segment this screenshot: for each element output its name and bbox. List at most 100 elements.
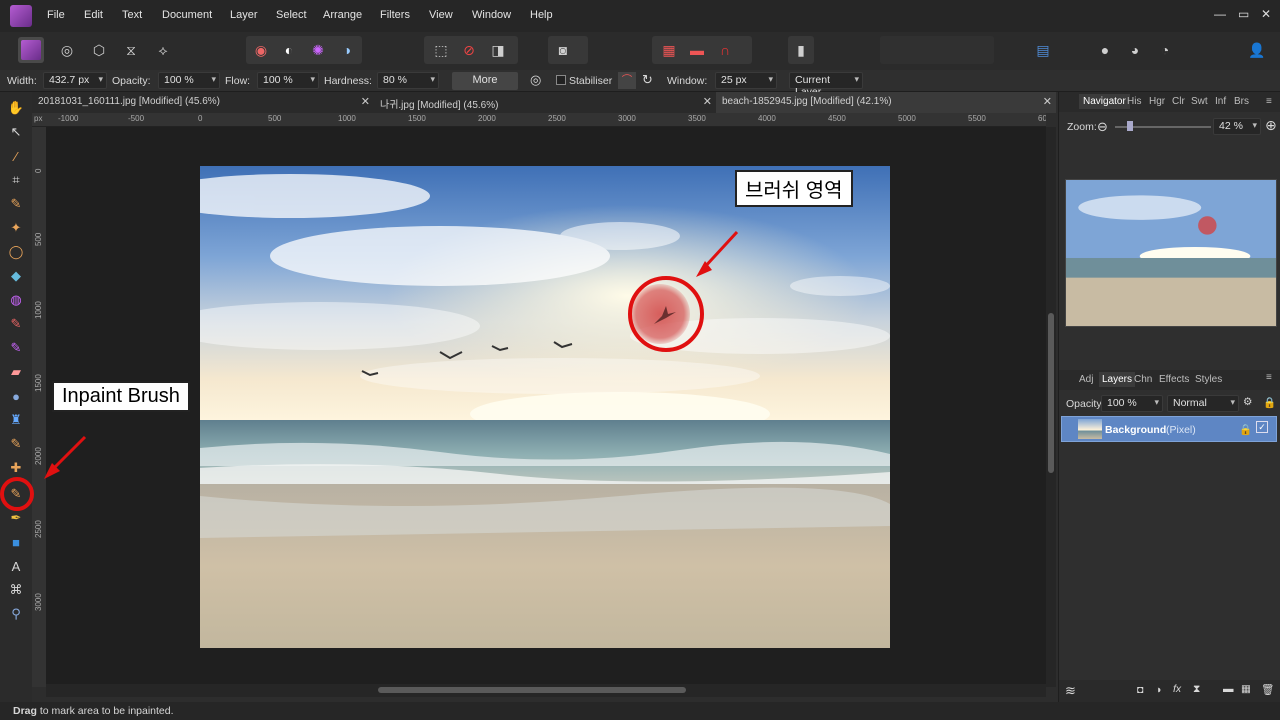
tab-channels[interactable]: Chn [1134,374,1152,385]
paint-brush-icon[interactable]: ✎ [6,314,26,334]
align-icon[interactable]: ▤ [1030,37,1056,63]
assistant-icon[interactable]: ▬ [684,37,710,63]
delete-layer-icon[interactable]: 🗑 [1261,683,1274,696]
layer-opacity-field[interactable]: 100 % [1101,395,1163,412]
minimize-button[interactable]: — [1214,7,1226,21]
menu-filters[interactable]: Filters [380,9,410,21]
brush-options-icon[interactable]: ▮ [788,37,814,63]
menu-document[interactable]: Document [162,9,212,21]
gradient-tool-icon[interactable]: ◍ [6,290,26,310]
hsl-icon[interactable]: ✺ [305,37,331,63]
layer-lock-icon[interactable]: 🔒 [1239,423,1252,436]
flood-fill-icon[interactable]: ◆ [6,266,26,286]
rectangle-tool-icon[interactable]: ■ [6,532,26,552]
color-replace-icon[interactable]: ✎ [6,338,26,358]
rope-mode-icon[interactable]: ⌒ [618,72,636,89]
tab-styles[interactable]: Styles [1195,374,1222,385]
width-field[interactable]: 432.7 px [43,72,107,89]
develop-persona-icon[interactable]: ⬡ [86,37,112,63]
vertical-scroll-thumb[interactable] [1048,313,1054,473]
menu-layer[interactable]: Layer [230,9,258,21]
opacity-field[interactable]: 100 % [158,72,220,89]
pen-tool-icon[interactable]: ✒ [6,508,26,528]
more-button[interactable]: More [452,72,518,90]
tab-histogram[interactable]: Hgr [1149,96,1165,107]
blend-options-gear-icon[interactable]: ⚙ [1243,396,1252,408]
tab-effects[interactable]: Effects [1159,374,1189,385]
smudge-tool-icon[interactable]: ✎ [6,434,26,454]
tab-layers[interactable]: Layers [1099,372,1136,387]
liquify-persona-icon[interactable]: ◎ [54,37,80,63]
mask-layer-icon[interactable]: ◘ [1137,684,1143,696]
pressure-icon[interactable]: ◎ [530,72,541,88]
dodge-tool-icon[interactable]: ● [6,386,26,406]
invert-selection-icon[interactable]: ◨ [485,37,511,63]
close-icon[interactable]: ✕ [361,95,370,108]
tab-swatches[interactable]: Swt [1191,96,1208,107]
maximize-button[interactable]: ▭ [1238,7,1249,21]
marquee-tool-icon[interactable]: ◯ [6,242,26,262]
text-tool-icon[interactable]: A [6,556,26,576]
layer-visibility-checkbox[interactable]: ✓ [1256,421,1268,433]
layer-source-select[interactable]: Current Layer [789,72,863,98]
tab-navigator[interactable]: Navigator [1079,94,1130,109]
menu-view[interactable]: View [429,9,453,21]
menu-help[interactable]: Help [530,9,553,21]
layers-menu-icon[interactable]: ≡ [1266,372,1272,383]
crop-tool-icon[interactable]: ⌗ [6,170,26,190]
tab-doc-1[interactable]: 20181031_160111.jpg [Modified] (45.6%) ✕ [32,92,374,113]
zoom-in-icon[interactable]: ⊕ [1265,117,1277,134]
window-field[interactable]: 25 px [715,72,777,89]
window-mode-icon[interactable]: ↻ [642,72,653,88]
hand-tool-icon[interactable]: ✋ [6,98,26,118]
tone-mapping-persona-icon[interactable]: ⧖ [118,37,144,63]
tab-history[interactable]: His [1127,96,1141,107]
hardness-field[interactable]: 80 % [377,72,439,89]
horizontal-scroll-thumb[interactable] [378,687,686,693]
live-filter-icon[interactable]: ⧗ [1193,683,1200,696]
tab-doc-3-active[interactable]: beach-1852945.jpg [Modified] (42.1%) ✕ [716,92,1056,113]
snapping-magnet-icon[interactable]: ∩ [712,37,738,63]
export-persona-icon[interactable]: ⟡ [150,37,176,63]
beach-photo[interactable] [200,166,890,648]
stabiliser-checkbox[interactable] [556,75,566,85]
auto-color-icon[interactable]: ◑ [334,37,360,63]
menu-file[interactable]: File [47,9,65,21]
layer-row-background[interactable]: Background (Pixel) 🔒 ✓ [1061,416,1277,442]
levels-icon[interactable]: ◉ [248,37,274,63]
close-button[interactable]: ✕ [1261,7,1271,21]
deselect-icon[interactable]: ⊘ [456,37,482,63]
menu-text[interactable]: Text [122,9,142,21]
horizontal-scrollbar[interactable] [46,684,1046,697]
user-account-icon[interactable]: 👤 [1244,37,1270,63]
move-tool-icon[interactable]: ↖ [6,122,26,142]
navigator-preview[interactable] [1065,179,1277,327]
menu-edit[interactable]: Edit [84,9,103,21]
fx-icon[interactable]: fx [1173,683,1181,695]
panel-menu-icon[interactable]: ≡ [1266,96,1272,107]
tab-info[interactable]: Inf [1215,96,1226,107]
flood-select-icon[interactable]: ✦ [6,218,26,238]
healing-brush-icon[interactable]: ✚ [6,458,26,478]
menu-select[interactable]: Select [276,9,307,21]
vertical-scrollbar[interactable] [1046,127,1056,687]
erase-brush-icon[interactable]: ▰ [6,362,26,382]
boolean-subtract-icon[interactable]: ◕ [1122,37,1148,63]
close-icon[interactable]: ✕ [1043,95,1052,108]
tab-color[interactable]: Clr [1172,96,1185,107]
group-folder-icon[interactable]: ▬ [1223,683,1234,695]
flow-field[interactable]: 100 % [257,72,319,89]
white-balance-icon[interactable]: ◐ [276,37,302,63]
tab-doc-2[interactable]: 나귀.jpg [Modified] (45.6%) ✕ [374,92,716,113]
lock-icon[interactable]: 🔒 [1263,396,1276,409]
inpaint-brush-icon[interactable]: ✎ [6,484,26,504]
zoom-out-icon[interactable]: ⊖ [1097,119,1108,135]
photo-persona-icon[interactable] [18,37,44,63]
tab-brushes[interactable]: Brs [1234,96,1249,107]
quick-mask-icon[interactable]: ◙ [550,37,576,63]
marquee-icon[interactable]: ⬚ [428,37,454,63]
mesh-warp-icon[interactable]: ⌘ [6,580,26,600]
color-picker-icon[interactable]: ⁄ [6,146,26,166]
zoom-field[interactable]: 42 % [1213,118,1261,135]
boolean-intersect-icon[interactable]: ◔ [1152,37,1178,63]
